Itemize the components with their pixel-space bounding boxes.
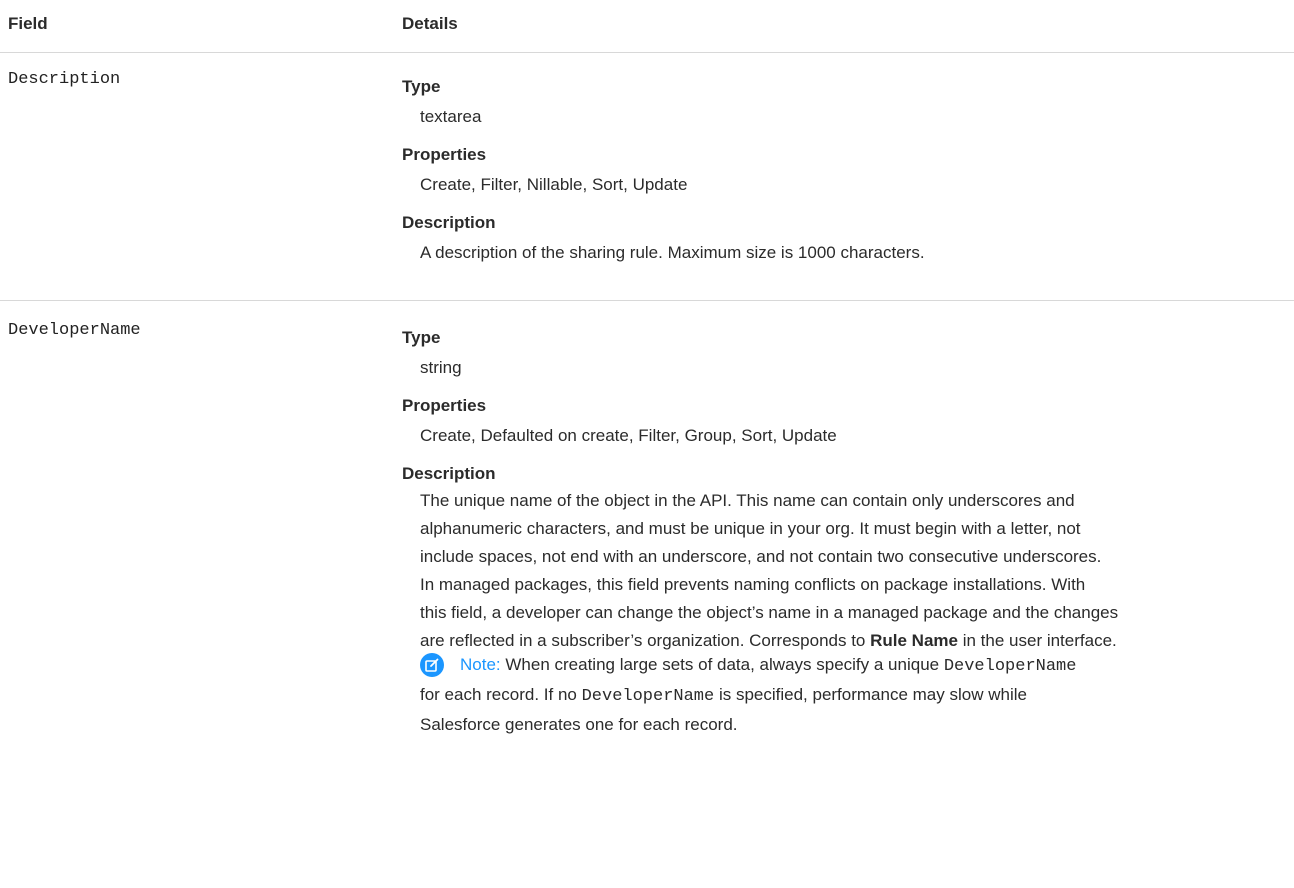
properties-value: Create, Filter, Nillable, Sort, Update [420, 175, 688, 194]
description-label: Description [402, 464, 496, 483]
description-line: this field, a developer can change the o… [420, 603, 1119, 622]
type-label: Type [402, 328, 441, 347]
column-header-field: Field [8, 14, 48, 33]
description-value: The unique name of the object in the API… [420, 487, 1290, 655]
note-label: Note: [460, 655, 501, 674]
table-row: Description Type textarea Properties Cre… [0, 53, 1294, 301]
code-developername: DeveloperName [943, 657, 1077, 676]
table-header: Field Details [0, 0, 1294, 53]
type-value: textarea [420, 107, 482, 126]
properties-label: Properties [402, 396, 487, 415]
field-name: DeveloperName [8, 321, 141, 340]
description-label: Description [402, 213, 496, 232]
properties-label: Properties [402, 145, 487, 164]
description-value: A description of the sharing rule. Maxim… [420, 243, 925, 262]
note-text: Note: When creating large sets of data, … [420, 655, 1077, 734]
description-line: alphanumeric characters, and must be uni… [420, 519, 1081, 538]
code-developername: DeveloperName [581, 687, 715, 706]
description-line: In managed packages, this field prevents… [420, 575, 1086, 594]
type-label: Type [402, 77, 441, 96]
table-row: DeveloperName Type string Properties Cre… [0, 301, 1294, 888]
properties-value: Create, Defaulted on create, Filter, Gro… [420, 426, 837, 445]
type-value: string [420, 358, 462, 377]
description-line: The unique name of the object in the API… [420, 491, 1075, 510]
description-line: include spaces, not end with an undersco… [420, 547, 1102, 566]
field-name: Description [8, 70, 121, 89]
rule-name-term: Rule Name [870, 631, 958, 650]
column-header-details: Details [402, 14, 458, 33]
